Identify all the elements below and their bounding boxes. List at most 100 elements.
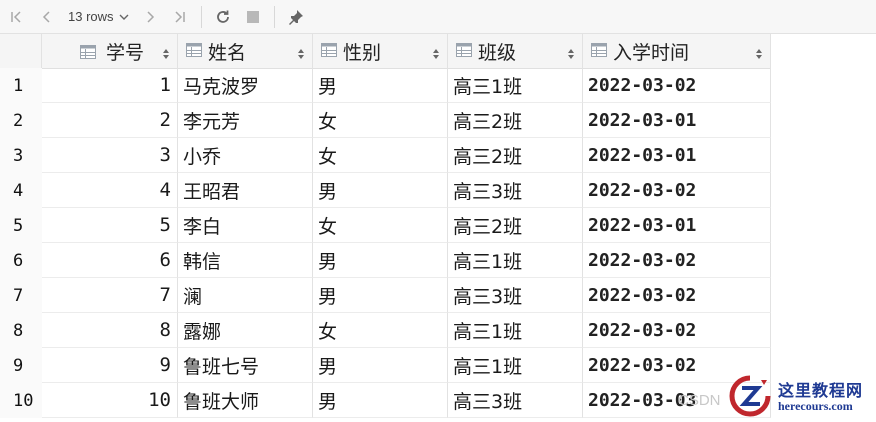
row-number[interactable]: 7: [0, 278, 42, 313]
table-row[interactable]: 10 10 鲁班大师 男 高三3班 2022-03-03: [0, 383, 771, 418]
cell-sex[interactable]: 女: [313, 313, 448, 348]
cell-name[interactable]: 王昭君: [178, 173, 313, 208]
cell-id[interactable]: 3: [42, 138, 178, 173]
cell-date[interactable]: 2022-03-02: [583, 313, 771, 348]
row-number[interactable]: 1: [0, 68, 42, 103]
cell-name[interactable]: 小乔: [178, 138, 313, 173]
cell-class[interactable]: 高三3班: [448, 383, 583, 418]
cell-name[interactable]: 鲁班七号: [178, 348, 313, 383]
cell-class[interactable]: 高三1班: [448, 348, 583, 383]
table-row[interactable]: 4 4 王昭君 男 高三3班 2022-03-02: [0, 173, 771, 208]
cell-date[interactable]: 2022-03-02: [583, 68, 771, 103]
column-header-name[interactable]: 姓名: [178, 34, 313, 68]
cell-sex[interactable]: 男: [313, 383, 448, 418]
cell-sex[interactable]: 男: [313, 173, 448, 208]
next-page-icon[interactable]: [135, 0, 165, 34]
cell-id[interactable]: 7: [42, 278, 178, 313]
cell-sex[interactable]: 女: [313, 208, 448, 243]
site-name: 这里教程网: [778, 381, 864, 401]
cell-sex[interactable]: 男: [313, 68, 448, 103]
cell-class[interactable]: 高三3班: [448, 173, 583, 208]
cell-id[interactable]: 1: [42, 68, 178, 103]
cell-name[interactable]: 李白: [178, 208, 313, 243]
row-number[interactable]: 4: [0, 173, 42, 208]
pin-icon[interactable]: [281, 0, 311, 34]
sort-icon[interactable]: [755, 45, 763, 64]
cell-sex[interactable]: 男: [313, 278, 448, 313]
row-number[interactable]: 5: [0, 208, 42, 243]
cell-class[interactable]: 高三2班: [448, 208, 583, 243]
cell-sex[interactable]: 女: [313, 103, 448, 138]
cell-class[interactable]: 高三2班: [448, 138, 583, 173]
column-header-class[interactable]: 班级: [448, 34, 583, 68]
cell-id[interactable]: 8: [42, 313, 178, 348]
column-header-label: 姓名: [208, 41, 247, 64]
table-row[interactable]: 8 8 露娜 女 高三1班 2022-03-02: [0, 313, 771, 348]
sort-icon[interactable]: [297, 45, 305, 64]
cell-id[interactable]: 2: [42, 103, 178, 138]
column-header-label: 入学时间: [613, 41, 690, 64]
refresh-icon[interactable]: [208, 0, 238, 34]
cell-name[interactable]: 露娜: [178, 313, 313, 348]
cell-name[interactable]: 鲁班大师: [178, 383, 313, 418]
cell-date[interactable]: 2022-03-02: [583, 173, 771, 208]
row-number[interactable]: 2: [0, 103, 42, 138]
column-table-icon: [456, 42, 472, 61]
row-number[interactable]: 6: [0, 243, 42, 278]
row-number[interactable]: 3: [0, 138, 42, 173]
table-row[interactable]: 3 3 小乔 女 高三2班 2022-03-01: [0, 138, 771, 173]
cell-class[interactable]: 高三2班: [448, 103, 583, 138]
cell-id[interactable]: 10: [42, 383, 178, 418]
row-number[interactable]: 9: [0, 348, 42, 383]
table-row[interactable]: 6 6 韩信 男 高三1班 2022-03-02: [0, 243, 771, 278]
cell-date[interactable]: 2022-03-02: [583, 243, 771, 278]
column-header-label: 班级: [478, 41, 517, 64]
cell-sex[interactable]: 女: [313, 138, 448, 173]
cell-name[interactable]: 韩信: [178, 243, 313, 278]
column-header-date[interactable]: 入学时间: [583, 34, 771, 68]
cell-id[interactable]: 4: [42, 173, 178, 208]
column-header-sex[interactable]: 性别: [313, 34, 448, 68]
row-number[interactable]: 10: [0, 383, 42, 418]
chevron-down-icon: [119, 9, 129, 24]
row-number-header: [0, 34, 42, 68]
cell-class[interactable]: 高三1班: [448, 68, 583, 103]
cell-name[interactable]: 澜: [178, 278, 313, 313]
table-row[interactable]: 9 9 鲁班七号 男 高三1班 2022-03-02: [0, 348, 771, 383]
column-table-icon: [321, 42, 337, 61]
cell-date[interactable]: 2022-03-01: [583, 208, 771, 243]
cell-date[interactable]: 2022-03-02: [583, 278, 771, 313]
cell-date[interactable]: 2022-03-01: [583, 138, 771, 173]
first-page-icon[interactable]: [0, 0, 32, 34]
cell-name[interactable]: 马克波罗: [178, 68, 313, 103]
column-header-id[interactable]: 学号: [42, 34, 178, 68]
toolbar-divider: [200, 5, 202, 28]
cell-id[interactable]: 6: [42, 243, 178, 278]
cell-date[interactable]: 2022-03-01: [583, 103, 771, 138]
column-table-icon: [80, 44, 96, 63]
table-row[interactable]: 5 5 李白 女 高三2班 2022-03-01: [0, 208, 771, 243]
sort-icon[interactable]: [162, 45, 170, 64]
last-page-icon[interactable]: [165, 0, 195, 34]
row-number[interactable]: 8: [0, 313, 42, 348]
cell-class[interactable]: 高三3班: [448, 278, 583, 313]
cell-name[interactable]: 李元芳: [178, 103, 313, 138]
cell-id[interactable]: 9: [42, 348, 178, 383]
column-header-label: 学号: [106, 41, 145, 64]
cell-id[interactable]: 5: [42, 208, 178, 243]
table-row[interactable]: 1 1 马克波罗 男 高三1班 2022-03-02: [0, 68, 771, 103]
cell-sex[interactable]: 男: [313, 243, 448, 278]
site-logo-icon: [728, 374, 772, 422]
sort-icon[interactable]: [432, 45, 440, 64]
table-row[interactable]: 7 7 澜 男 高三3班 2022-03-02: [0, 278, 771, 313]
toolbar: 13 rows: [0, 0, 876, 34]
stop-icon[interactable]: [238, 0, 268, 34]
cell-class[interactable]: 高三1班: [448, 243, 583, 278]
sort-icon[interactable]: [567, 45, 575, 64]
cell-class[interactable]: 高三1班: [448, 313, 583, 348]
cell-sex[interactable]: 男: [313, 348, 448, 383]
site-watermark: 这里教程网 herecours.com: [728, 374, 876, 421]
rows-count-select[interactable]: 13 rows: [62, 9, 135, 24]
table-row[interactable]: 2 2 李元芳 女 高三2班 2022-03-01: [0, 103, 771, 138]
prev-page-icon[interactable]: [32, 0, 62, 34]
